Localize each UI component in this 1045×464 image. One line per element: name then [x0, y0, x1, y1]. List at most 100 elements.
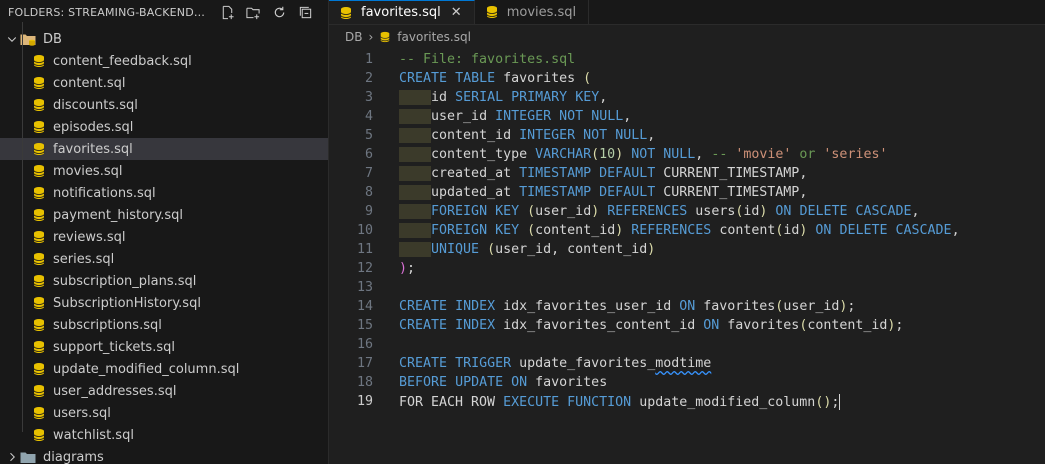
file-label: payment_history.sql: [53, 207, 184, 223]
code-editor[interactable]: 1 -- File: favorites.sql 2 CREATE TABLE fav…: [329, 50, 1045, 411]
file-label: support_tickets.sql: [53, 339, 175, 355]
database-icon: [32, 274, 46, 288]
file-item[interactable]: content.sql: [0, 72, 328, 94]
editor-area: favorites.sql ✕ movies.sql DB › favorite…: [329, 0, 1045, 464]
file-item[interactable]: subscription_plans.sql: [0, 270, 328, 292]
file-item[interactable]: reviews.sql: [0, 226, 328, 248]
indent-guide: [399, 204, 432, 219]
code-text: CREATE INDEX idx_favorites_content_id ON…: [399, 318, 904, 333]
breadcrumb-folder[interactable]: DB: [345, 30, 362, 44]
code-line[interactable]: 1 -- File: favorites.sql: [329, 50, 1045, 69]
indent-guide: [399, 109, 432, 124]
database-icon: [32, 142, 46, 156]
explorer-actions: [218, 3, 314, 21]
code-text: id SERIAL PRIMARY KEY,: [399, 90, 607, 105]
code-line[interactable]: 14 CREATE INDEX idx_favorites_user_id ON …: [329, 297, 1045, 316]
folder-db[interactable]: DB: [0, 28, 328, 50]
file-list: content_feedback.sql content.sql discounts…: [0, 50, 328, 446]
code-line[interactable]: 2 CREATE TABLE favorites (: [329, 69, 1045, 88]
code-line[interactable]: 19 FOR EACH ROW EXECUTE FUNCTION update_m…: [329, 392, 1045, 411]
file-item[interactable]: users.sql: [0, 402, 328, 424]
file-label: subscription_plans.sql: [53, 273, 197, 289]
database-icon: [32, 406, 46, 420]
collapse-all-icon[interactable]: [296, 3, 314, 21]
file-label: content.sql: [53, 75, 126, 91]
code-line[interactable]: 16: [329, 335, 1045, 354]
close-icon[interactable]: ✕: [451, 5, 462, 20]
code-text: FOR EACH ROW EXECUTE FUNCTION update_mod…: [399, 393, 841, 410]
code-text: CREATE INDEX idx_favorites_user_id ON fa…: [399, 299, 856, 314]
file-item[interactable]: user_addresses.sql: [0, 380, 328, 402]
file-item[interactable]: movies.sql: [0, 160, 328, 182]
line-number: 10: [356, 223, 373, 238]
file-label: movies.sql: [53, 163, 123, 179]
file-item[interactable]: SubscriptionHistory.sql: [0, 292, 328, 314]
file-item[interactable]: series.sql: [0, 248, 328, 270]
code-text: -- File: favorites.sql: [399, 52, 576, 67]
database-icon: [32, 186, 46, 200]
file-item[interactable]: content_feedback.sql: [0, 50, 328, 72]
line-number: 5: [364, 128, 373, 143]
code-line[interactable]: 4 user_id INTEGER NOT NULL,: [329, 107, 1045, 126]
line-number: 1: [364, 52, 373, 67]
code-line[interactable]: 18 BEFORE UPDATE ON favorites: [329, 373, 1045, 392]
database-icon: [32, 340, 46, 354]
code-line[interactable]: 12);: [329, 259, 1045, 278]
breadcrumb-file[interactable]: favorites.sql: [397, 30, 471, 44]
database-icon: [379, 31, 391, 43]
file-item[interactable]: support_tickets.sql: [0, 336, 328, 358]
database-icon: [32, 54, 46, 68]
file-item[interactable]: discounts.sql: [0, 94, 328, 116]
file-item[interactable]: payment_history.sql: [0, 204, 328, 226]
database-icon: [32, 384, 46, 398]
code-line[interactable]: 17 CREATE TRIGGER update_favorites_modtim…: [329, 354, 1045, 373]
database-icon: [339, 6, 353, 20]
tab-label: favorites.sql: [361, 5, 441, 20]
indent-guide: [399, 223, 432, 238]
line-number: 6: [364, 147, 373, 162]
code-text: );: [399, 261, 416, 276]
file-label: update_modified_column.sql: [53, 361, 240, 377]
code-line[interactable]: 9 FOREIGN KEY (user_id) REFERENCES users…: [329, 202, 1045, 221]
file-label: favorites.sql: [53, 141, 133, 157]
indent-guide: [399, 147, 432, 162]
code-line[interactable]: 10 FOREIGN KEY (content_id) REFERENCES c…: [329, 221, 1045, 240]
line-number: 11: [356, 242, 373, 257]
file-tree: DB content_feedback.sql content.sql discou…: [0, 28, 328, 464]
code-line[interactable]: 3 id SERIAL PRIMARY KEY,: [329, 88, 1045, 107]
line-number: 4: [364, 109, 373, 124]
tab-favorites[interactable]: favorites.sql ✕: [329, 0, 475, 24]
database-icon: [32, 164, 46, 178]
indent-guide: [399, 166, 432, 181]
new-folder-icon[interactable]: [244, 3, 262, 21]
line-number: 13: [356, 280, 373, 295]
line-number: 15: [356, 318, 373, 333]
code-line[interactable]: 15 CREATE INDEX idx_favorites_content_id …: [329, 316, 1045, 335]
file-label: episodes.sql: [53, 119, 134, 135]
code-line[interactable]: 13: [329, 278, 1045, 297]
code-line[interactable]: 6 content_type VARCHAR(10) NOT NULL, -- …: [329, 145, 1045, 164]
text-cursor: [839, 393, 841, 410]
file-item[interactable]: notifications.sql: [0, 182, 328, 204]
database-icon: [32, 76, 46, 90]
file-item[interactable]: subscriptions.sql: [0, 314, 328, 336]
folder-diagrams[interactable]: diagrams: [0, 446, 328, 464]
file-item[interactable]: watchlist.sql: [0, 424, 328, 446]
database-icon: [32, 120, 46, 134]
code-line[interactable]: 7 created_at TIMESTAMP DEFAULT CURRENT_T…: [329, 164, 1045, 183]
database-icon: [32, 230, 46, 244]
file-item[interactable]: episodes.sql: [0, 116, 328, 138]
code-line[interactable]: 11 UNIQUE (user_id, content_id): [329, 240, 1045, 259]
line-number: 18: [356, 375, 373, 390]
code-line[interactable]: 8 updated_at TIMESTAMP DEFAULT CURRENT_T…: [329, 183, 1045, 202]
file-label: users.sql: [53, 405, 111, 421]
file-item[interactable]: update_modified_column.sql: [0, 358, 328, 380]
indent-guide: [399, 185, 432, 200]
tab-movies[interactable]: movies.sql: [475, 0, 590, 24]
refresh-icon[interactable]: [270, 3, 288, 21]
file-item[interactable]: favorites.sql: [0, 138, 328, 160]
code-text: CREATE TRIGGER update_favorites_modtime: [399, 356, 712, 371]
code-line[interactable]: 5 content_id INTEGER NOT NULL,: [329, 126, 1045, 145]
new-file-icon[interactable]: [218, 3, 236, 21]
database-icon: [32, 362, 46, 376]
